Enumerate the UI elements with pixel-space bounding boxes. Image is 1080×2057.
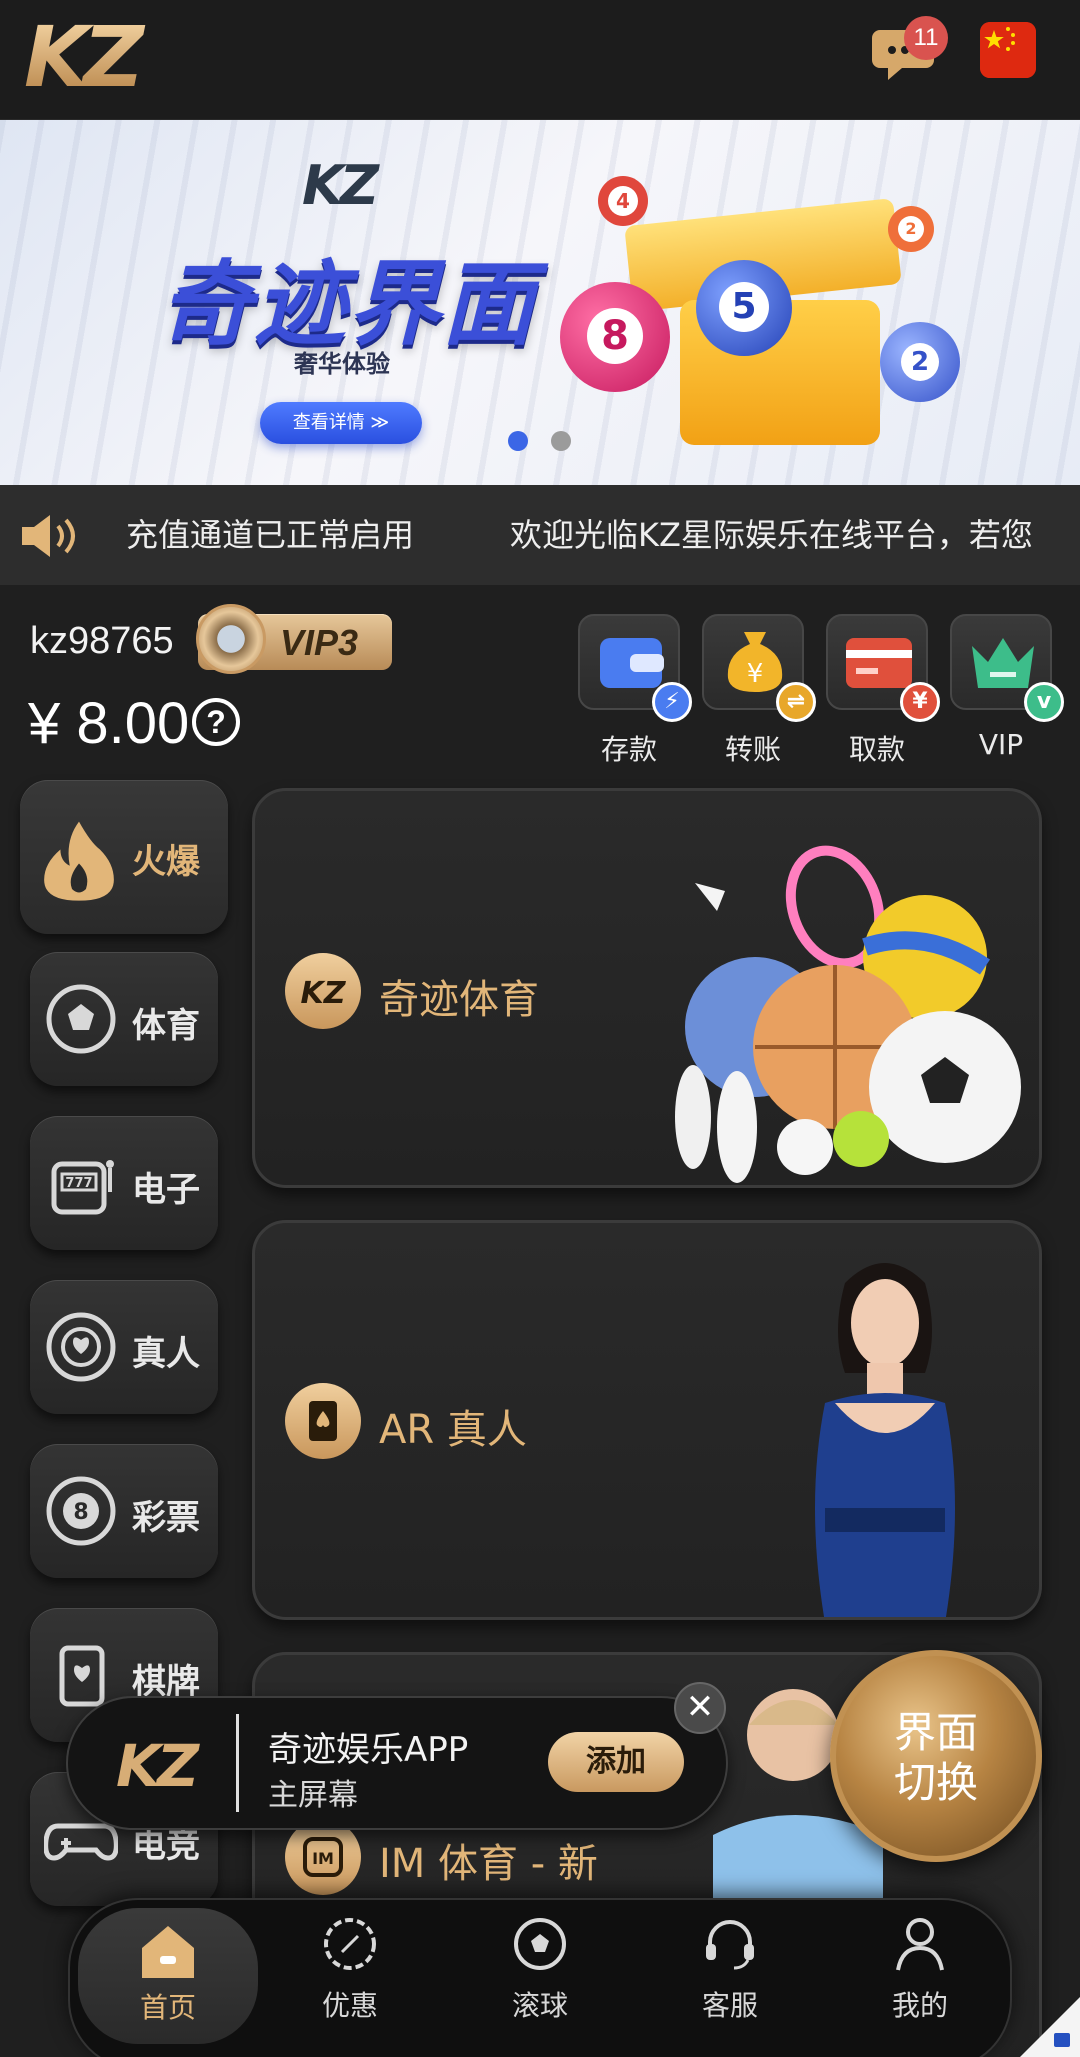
install-app-title: 奇迹娱乐APP: [268, 1730, 469, 1770]
tab-live-betting[interactable]: 滚球: [450, 1900, 630, 2050]
withdraw-icon-box: ¥: [826, 614, 940, 722]
withdraw-sub-badge: ¥: [900, 682, 940, 722]
transfer-label: 转账: [724, 733, 781, 766]
banner-logo: KZ: [302, 154, 379, 217]
sidebar-label-slots: 电子: [132, 1170, 200, 1210]
casino-chip-icon: [46, 1312, 116, 1382]
headset-icon: [706, 1920, 754, 1970]
app-root: KZ 11 KZ 奇迹界面 奢华体验 查看详情 ≫ 4 8 5 2 2 充值通道…: [0, 0, 1080, 2057]
tab-label-support: 客服: [701, 1989, 758, 2022]
svg-text:777: 777: [65, 1176, 92, 1191]
language-flag-icon[interactable]: [980, 22, 1036, 78]
sidebar-label-sports: 体育: [132, 1006, 200, 1046]
tab-label-home: 首页: [139, 1991, 196, 2024]
username: kz98765: [30, 620, 174, 662]
home-icon: [142, 1926, 194, 1978]
transfer-sub-badge: ⇌: [776, 682, 816, 722]
vip-sub-badge: v: [1024, 682, 1064, 722]
lottery-ball-2a: 2: [880, 322, 960, 402]
svg-text:IM: IM: [312, 1849, 334, 1868]
vip-medal-icon: [196, 604, 266, 674]
game-card-kz-sports[interactable]: KZ 奇迹体育: [252, 788, 1042, 1188]
user-icon: [896, 1918, 944, 1971]
wallet-balance: ¥ 8.00: [28, 691, 190, 756]
im-logo-icon: IM: [285, 1819, 361, 1895]
carousel-dot-2[interactable]: [551, 431, 571, 451]
game-card-ar-live[interactable]: AR 真人: [252, 1220, 1042, 1620]
card-spade-icon: [285, 1383, 361, 1459]
corner-lock-icon: [1020, 1997, 1080, 2057]
slot-machine-icon: 777: [51, 1160, 114, 1215]
install-app-subtitle: 主屏幕: [268, 1778, 358, 1813]
vip-level-text: VIP3: [280, 622, 359, 663]
deposit-icon-box: ⚡: [578, 614, 692, 722]
game-title-ar-live: AR 真人: [379, 1407, 527, 1453]
promo-banner[interactable]: KZ 奇迹界面 奢华体验 查看详情 ≫ 4 8 5 2 2: [0, 120, 1080, 485]
announcement-bar[interactable]: 充值通道已正常启用 欢迎光临KZ星际娱乐在线平台，若您: [0, 485, 1080, 585]
lottery-ball-8: 8: [560, 282, 670, 392]
deposit-sub-badge: ⚡: [652, 682, 692, 722]
vip-button[interactable]: v VIP: [950, 614, 1064, 761]
tab-label-profile: 我的: [891, 1989, 948, 2022]
transfer-button[interactable]: ¥ ⇌ 转账: [702, 614, 816, 768]
lottery-ball-2b: 2: [888, 206, 934, 252]
fire-icon: [44, 821, 114, 901]
vip-label: VIP: [978, 728, 1024, 761]
sidebar-item-sports[interactable]: 体育: [30, 952, 218, 1086]
interface-switch-button[interactable]: 界面 切换: [830, 1650, 1042, 1862]
install-divider: [236, 1714, 239, 1812]
svg-text:8: 8: [73, 1500, 88, 1525]
deposit-label: 存款: [600, 733, 657, 766]
bottom-tab-bar: 首页 优惠 滚球 客服 我的: [68, 1898, 1012, 2057]
carousel-dot-1[interactable]: [508, 431, 528, 451]
sidebar-label-hot: 火爆: [132, 842, 200, 882]
game-title-im-sports: IM 体育 - 新: [379, 1841, 598, 1887]
sports-balls-illustration: [675, 845, 1021, 1183]
deposit-button[interactable]: ⚡ 存款: [578, 614, 692, 768]
tab-profile[interactable]: 我的: [830, 1900, 1010, 2050]
vip-icon-box: v: [950, 614, 1064, 722]
switch-line-1: 界面: [893, 1708, 978, 1757]
banner-details-button[interactable]: 查看详情 ≫: [260, 402, 422, 444]
tab-promotions[interactable]: 优惠: [260, 1900, 440, 2050]
sidebar-item-slots[interactable]: 777 电子: [30, 1116, 218, 1250]
svg-text:KZ: KZ: [301, 976, 347, 1011]
tab-label-promotions: 优惠: [321, 1989, 378, 2022]
transfer-icon-box: ¥ ⇌: [702, 614, 816, 722]
speaker-icon: [22, 515, 75, 557]
message-count-badge: 11: [904, 16, 948, 60]
soccer-ball-icon: [46, 984, 116, 1054]
install-app-logo: KZ: [116, 1732, 199, 1800]
balance-help-icon[interactable]: ?: [192, 698, 240, 746]
top-bar: KZ 11: [0, 0, 1080, 120]
lottery-ball-5: 5: [696, 260, 792, 356]
lottery-ball-4: 4: [598, 176, 648, 226]
withdraw-label: 取款: [848, 733, 905, 766]
switch-line-2: 切换: [893, 1758, 978, 1807]
category-sidebar: 火爆 体育 777 电子 真人 8 彩票 棋牌 电竞: [0, 780, 240, 2057]
svg-text:¥: ¥: [747, 659, 764, 689]
sidebar-item-lottery[interactable]: 8 彩票: [30, 1444, 218, 1578]
install-app-prompt: KZ 奇迹娱乐APP 主屏幕 添加: [66, 1696, 728, 1830]
add-to-homescreen-button[interactable]: 添加: [548, 1732, 684, 1792]
banner-subtitle: 奢华体验: [294, 350, 390, 378]
withdraw-button[interactable]: ¥ 取款: [826, 614, 940, 768]
sidebar-item-hot[interactable]: 火爆: [20, 780, 228, 934]
live-dealer-illustration: [815, 1263, 955, 1617]
brand-logo[interactable]: KZ: [24, 15, 166, 99]
kz-logo-icon: KZ: [285, 953, 361, 1029]
sidebar-label-live: 真人: [132, 1334, 200, 1374]
game-title-kz-sports: 奇迹体育: [379, 977, 539, 1023]
sidebar-label-lottery: 彩票: [132, 1498, 200, 1538]
close-install-prompt-icon[interactable]: ✕: [674, 1682, 726, 1734]
tab-home[interactable]: 首页: [78, 1908, 258, 2044]
tab-label-live-betting: 滚球: [511, 1989, 568, 2022]
announcement-text: 充值通道已正常启用 欢迎光临KZ星际娱乐在线平台，若您: [126, 516, 1033, 554]
sidebar-item-live[interactable]: 真人: [30, 1280, 218, 1414]
promotion-badge-icon: [324, 1918, 376, 1970]
lottery-ball-icon: 8: [46, 1476, 116, 1546]
tab-support[interactable]: 客服: [640, 1900, 820, 2050]
live-ball-icon: [514, 1918, 566, 1970]
